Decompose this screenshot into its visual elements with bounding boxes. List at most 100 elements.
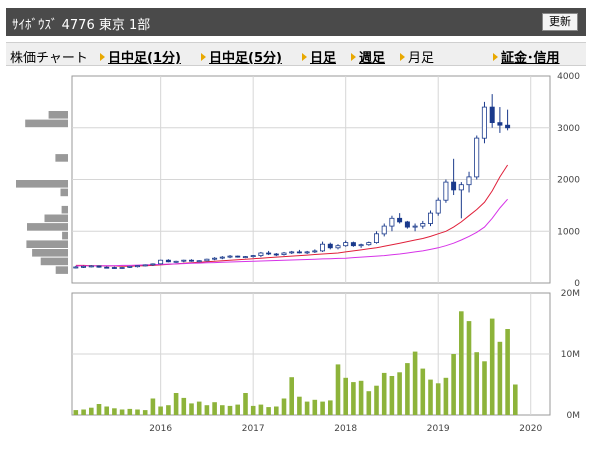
candle-body [358,244,364,247]
candle-body [127,265,133,268]
volume-bar [281,398,287,415]
volume-bar [250,405,256,415]
candle-body [289,251,295,254]
volume-profile-bar [40,257,68,266]
volume-profile-bar [48,111,68,119]
candle-body [88,265,94,268]
candle-body [196,260,202,263]
candle-body [181,259,187,262]
volume-bar [297,396,302,415]
candle-body [273,253,279,256]
volume-bar [351,382,356,415]
volume-bar [258,404,264,415]
volume-bar [158,406,163,415]
volume-bar [220,405,225,415]
volume-bar [420,368,426,415]
volume-bar [142,410,148,415]
candle-body [150,263,156,266]
candle-body [242,256,248,259]
volume-profile [16,111,68,274]
volume-bar [489,318,495,415]
volume-bar [335,364,341,415]
candle-body [381,225,387,235]
volume-bar [235,404,240,415]
candle-body [404,221,410,228]
x-tick-label: 2017 [242,424,265,434]
volume-bar [227,405,233,415]
candle-body [335,245,341,249]
candle-body [227,255,233,258]
volume-bar [320,401,325,415]
volume-tick-label: 20M [561,289,580,299]
candle-body [466,176,472,186]
candle-body [312,250,318,253]
candle-body [327,243,333,249]
candle-body [319,243,325,252]
volume-profile-bar [32,249,68,257]
candle-body [111,267,117,269]
candle-body [165,259,171,263]
volume-profile-bar [27,223,68,231]
volume-profile-bar [44,214,68,223]
volume-bar [428,379,433,415]
price-tick-label: 4000 [557,72,580,82]
candle-body [158,259,164,265]
volume-bar [474,352,479,415]
candle-body [366,242,372,246]
candle-body [497,122,503,126]
price-tick-label: 3000 [557,124,580,134]
volume-bar [189,403,194,415]
volume-bar [304,401,310,415]
volume-bar [374,385,379,415]
candle-body [73,266,79,269]
volume-profile-bar [26,240,68,248]
volume-bar [366,391,372,415]
candle-body [420,223,426,227]
candle-body [505,124,511,129]
volume-bar [405,363,410,415]
candle-body [81,265,87,268]
x-tick-label: 2018 [334,424,357,434]
volume-bar [96,404,102,415]
volume-bar [89,407,94,415]
candle-body [119,267,125,269]
candle-body [134,265,140,268]
candle-body [443,181,449,201]
volume-bar [212,402,217,415]
x-tick-label: 2019 [427,424,450,434]
volume-bar [181,397,187,415]
x-tick-label: 2016 [149,424,172,434]
volume-bar [358,380,364,415]
volume-bar [459,311,464,415]
candle-body [258,252,264,256]
volume-profile-bar [60,188,68,197]
volume-bar [266,407,271,415]
candle-body [481,106,487,139]
candle-body [266,252,272,255]
candle-body [304,251,310,254]
candle-body [219,256,225,259]
candle-body [250,255,256,258]
volume-bar [166,405,171,415]
candle-body [451,181,457,191]
price-tick-label: 1000 [557,227,580,237]
x-tick-label: 2020 [519,424,542,434]
candle-body [458,184,464,191]
volume-bar [443,377,449,415]
volume-tick-label: 10M [561,350,580,360]
candle-body [373,233,379,244]
candle-body [427,212,433,224]
price-tick-label: 0 [574,279,580,289]
volume-bar [497,341,503,415]
candle-body [412,225,418,228]
candle-body [188,259,194,262]
candle-body [296,251,302,254]
volume-profile-bar [16,180,68,188]
volume-bar [397,372,402,415]
candle-body [397,217,403,223]
volume-profile-bar [55,266,68,274]
price-tick-label: 2000 [557,176,580,186]
volume-bar [196,401,202,415]
volume-bar [482,361,487,415]
volume-bar [81,409,86,415]
